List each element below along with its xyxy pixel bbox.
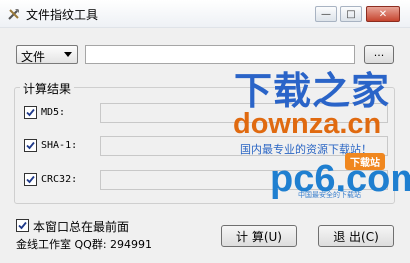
watermark-pc6-slogan: 中国最安全的下载站 [298, 191, 361, 199]
always-on-top-label: 本窗口总在最前面 [33, 220, 130, 234]
chevron-down-icon [64, 52, 72, 57]
checkmark-icon [26, 141, 35, 150]
results-group-label: 计算结果 [20, 80, 75, 97]
checkmark-icon [18, 221, 27, 230]
crc32-checkbox[interactable] [24, 173, 37, 186]
checkmark-icon [26, 175, 35, 184]
md5-label: MD5: [41, 107, 66, 118]
watermark-downza-title: 下载之家 [234, 71, 391, 113]
crc32-label: CRC32: [41, 174, 78, 185]
maximize-button[interactable]: □ [340, 6, 362, 22]
sha1-checkbox[interactable] [24, 139, 37, 152]
sha1-label: SHA-1: [41, 140, 78, 151]
watermark-downza-domain: downza.cn [233, 108, 382, 140]
file-type-select[interactable]: 文件 [16, 45, 78, 64]
tools-icon [8, 9, 19, 20]
footer-credit: 金线工作室 QQ群: 294991 [16, 238, 153, 251]
maximize-icon: □ [346, 8, 356, 20]
minimize-button[interactable]: — [315, 6, 337, 22]
calculate-button[interactable]: 计 算(U) [221, 225, 297, 247]
file-type-selected: 文件 [21, 50, 46, 64]
minimize-icon: — [321, 8, 331, 20]
close-icon: ✕ [378, 8, 388, 20]
always-on-top-checkbox[interactable] [16, 219, 29, 232]
watermark-pc6-badge: 下载站 [345, 153, 385, 170]
checkmark-icon [26, 108, 35, 117]
md5-checkbox[interactable] [24, 106, 37, 119]
window-title: 文件指纹工具 [26, 8, 99, 22]
close-button[interactable]: ✕ [366, 6, 400, 22]
exit-button[interactable]: 退 出(C) [318, 225, 394, 247]
